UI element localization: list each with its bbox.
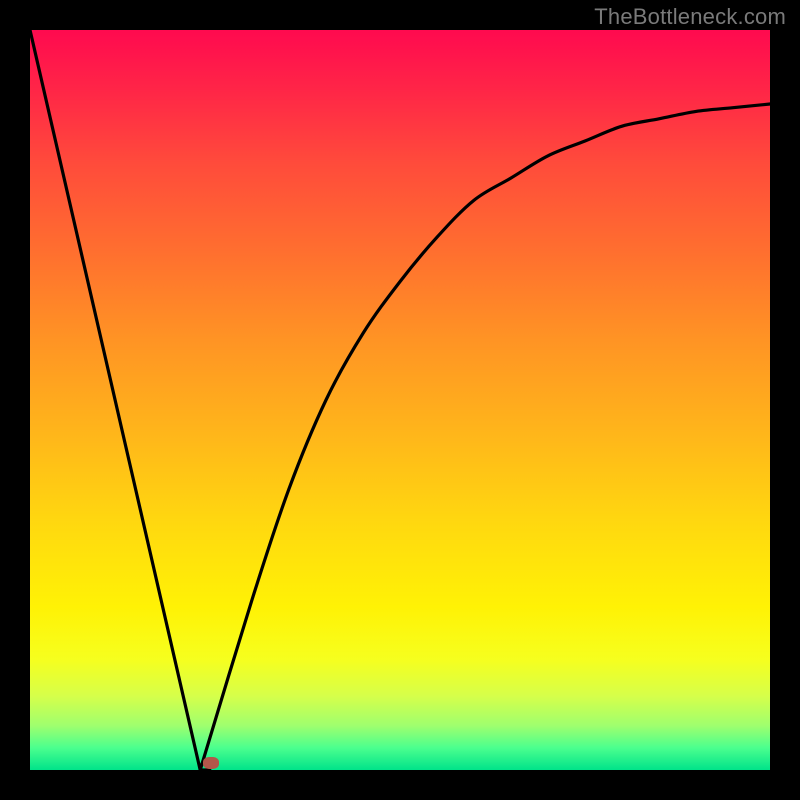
- min-point-marker: [203, 757, 219, 769]
- watermark-text: TheBottleneck.com: [594, 4, 786, 30]
- curve-path: [30, 30, 770, 770]
- plot-area: [30, 30, 770, 770]
- chart-frame: TheBottleneck.com: [0, 0, 800, 800]
- bottleneck-curve: [30, 30, 770, 770]
